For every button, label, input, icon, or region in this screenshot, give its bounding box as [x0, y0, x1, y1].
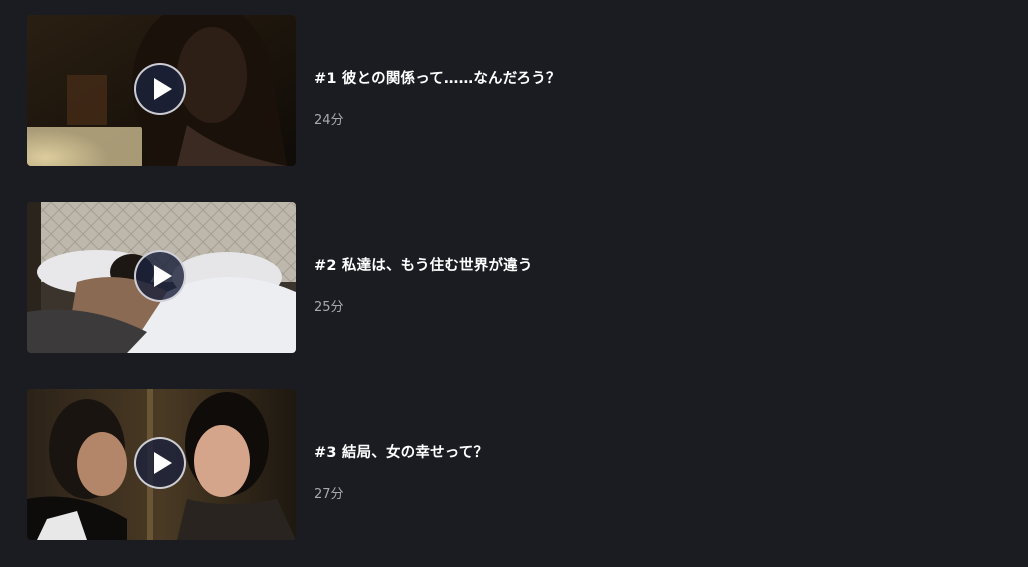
- episode-duration-1: 24分: [314, 113, 344, 128]
- episode-item-2[interactable]: #2 私達は、もう住む世界が違う 25分: [27, 202, 1007, 353]
- episode-item-1[interactable]: #1 彼との関係って……なんだろう？ 24分: [27, 15, 1007, 166]
- play-button-3[interactable]: [134, 437, 186, 489]
- episode-title-1[interactable]: #1 彼との関係って……なんだろう？: [314, 67, 561, 88]
- play-icon: [154, 78, 172, 100]
- episode-duration-3: 27分: [314, 487, 344, 502]
- episode-duration-2: 25分: [314, 300, 344, 315]
- play-button-1[interactable]: [134, 63, 186, 115]
- play-button-2[interactable]: [134, 250, 186, 302]
- play-icon: [154, 452, 172, 474]
- episode-title-3[interactable]: #3 結局、女の幸せって？: [314, 441, 488, 462]
- episode-thumbnail-2[interactable]: [27, 202, 296, 353]
- play-icon: [154, 265, 172, 287]
- episode-thumbnail-1[interactable]: [27, 15, 296, 166]
- episode-title-2[interactable]: #2 私達は、もう住む世界が違う: [314, 254, 533, 275]
- episode-item-3[interactable]: #3 結局、女の幸せって？ 27分: [27, 389, 1007, 540]
- episode-thumbnail-3[interactable]: [27, 389, 296, 540]
